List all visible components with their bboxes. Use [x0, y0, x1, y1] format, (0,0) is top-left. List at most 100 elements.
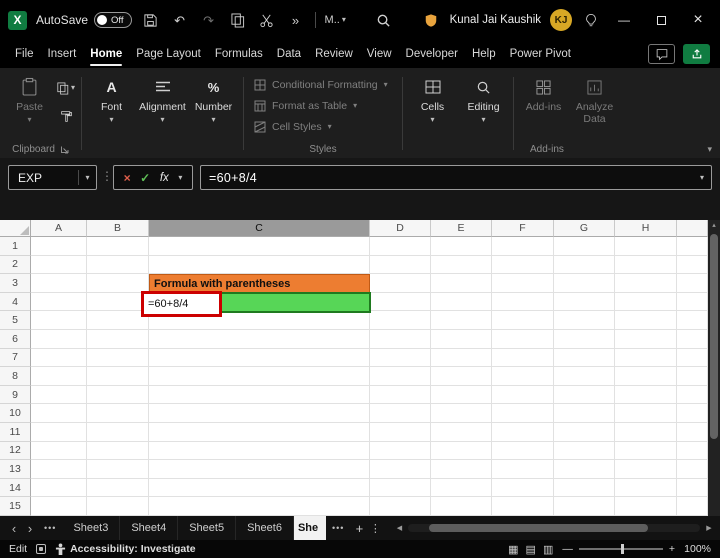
row-header-1[interactable]: 1 [0, 237, 31, 256]
editing-group-button[interactable]: Editing ▾ [460, 71, 507, 158]
row-header-12[interactable]: 12 [0, 441, 31, 461]
format-painter-button[interactable] [57, 108, 75, 124]
grid-cell[interactable] [149, 478, 370, 498]
row-header-14[interactable]: 14 [0, 478, 31, 498]
grid-cell[interactable] [492, 404, 554, 423]
dialog-launcher-icon[interactable] [60, 145, 69, 154]
sheet-tab-sheet6[interactable]: Sheet6 [236, 516, 294, 540]
autosave-toggle[interactable]: Off [94, 12, 132, 28]
zoom-in-button[interactable]: + [669, 543, 675, 555]
conditional-formatting-button[interactable]: Conditional Formatting ▾ [254, 79, 392, 91]
grid-cell[interactable] [370, 255, 431, 275]
grid-cell[interactable] [31, 329, 87, 349]
grid-cell[interactable] [31, 478, 87, 498]
grid-cell[interactable] [370, 311, 431, 330]
save-button[interactable] [141, 7, 161, 33]
grid-cell[interactable] [677, 292, 708, 312]
grid-cell[interactable] [677, 237, 708, 256]
grid-cell[interactable] [492, 237, 554, 256]
grid-cell[interactable] [554, 292, 615, 312]
page-break-view-button[interactable]: ▥ [543, 543, 553, 556]
macro-record-icon[interactable] [36, 544, 47, 554]
grid-cell[interactable] [370, 274, 431, 293]
grid-cell[interactable] [431, 292, 492, 312]
row-header-9[interactable]: 9 [0, 385, 31, 405]
grid-cell[interactable] [492, 311, 554, 330]
grid-cell[interactable] [492, 329, 554, 349]
user-name[interactable]: Kunal Jai Kaushik [450, 14, 541, 26]
grid-cell[interactable] [31, 497, 87, 516]
zoom-slider[interactable] [578, 544, 663, 554]
grid-cell[interactable] [370, 404, 431, 423]
grid-cell[interactable] [149, 237, 370, 256]
grid-cell[interactable] [615, 367, 677, 386]
cell-styles-button[interactable]: Cell Styles ▾ [254, 121, 392, 133]
qat-overflow-dropdown[interactable]: M.. ▾ [325, 7, 346, 33]
scroll-right-icon[interactable]: ▶ [703, 524, 715, 532]
grid-cell[interactable] [677, 274, 708, 293]
grid-cell[interactable] [615, 255, 677, 275]
grid-cell[interactable] [431, 348, 492, 368]
number-group-button[interactable]: % Number ▾ [190, 71, 237, 158]
grid-cell[interactable] [554, 329, 615, 349]
grid-cell[interactable] [677, 348, 708, 368]
row-header-6[interactable]: 6 [0, 329, 31, 349]
grid-cell[interactable] [149, 404, 370, 423]
row-header-5[interactable]: 5 [0, 311, 31, 330]
menu-tab-data[interactable]: Data [270, 40, 308, 68]
copy-button-qat[interactable] [228, 7, 248, 33]
grid-cell[interactable] [149, 497, 370, 516]
name-box[interactable]: EXP ▾ [8, 165, 97, 190]
grid-cell[interactable] [87, 478, 149, 498]
grid-cell[interactable] [431, 404, 492, 423]
alignment-group-button[interactable]: Alignment ▾ [139, 71, 186, 158]
grid-cell[interactable] [615, 311, 677, 330]
grid-cell[interactable] [615, 441, 677, 461]
grid-cell[interactable] [492, 292, 554, 312]
formula-input[interactable]: =60+8/4 ▾ [200, 165, 712, 190]
grid-cell[interactable] [431, 497, 492, 516]
grid-cell[interactable] [31, 274, 87, 293]
menu-tab-file[interactable]: File [8, 40, 41, 68]
cut-button-qat[interactable] [257, 7, 277, 33]
alert-button[interactable] [421, 7, 441, 33]
close-button[interactable]: × [684, 6, 712, 34]
grid-cell[interactable] [615, 348, 677, 368]
grid-cell[interactable] [370, 348, 431, 368]
grid-cell[interactable] [677, 422, 708, 442]
grid-cell[interactable] [677, 255, 708, 275]
grid-cell[interactable] [677, 441, 708, 461]
sheet-tab-sheet5[interactable]: Sheet5 [178, 516, 237, 540]
grid-cell[interactable] [431, 329, 492, 349]
column-header-a[interactable]: A [31, 220, 87, 237]
grid-cell[interactable] [31, 385, 87, 405]
menu-tab-page-layout[interactable]: Page Layout [129, 40, 208, 68]
grid-cell[interactable] [492, 385, 554, 405]
grid-cell[interactable] [677, 367, 708, 386]
grid-cell[interactable] [431, 478, 492, 498]
grid-cell[interactable] [370, 422, 431, 442]
row-header-13[interactable]: 13 [0, 460, 31, 479]
sheet-tab-active[interactable]: She [293, 516, 326, 540]
new-sheet-button[interactable]: + [350, 521, 368, 536]
scroll-up-icon[interactable]: ▴ [712, 220, 716, 232]
tips-button[interactable] [581, 7, 601, 33]
grid-cell[interactable] [615, 385, 677, 405]
grid-cell[interactable] [370, 478, 431, 498]
grid-cell[interactable] [677, 385, 708, 405]
grid-cell[interactable] [554, 255, 615, 275]
tab-options-icon[interactable]: ⋮ [368, 522, 382, 535]
grid-cell[interactable] [87, 404, 149, 423]
grid-cell[interactable] [431, 385, 492, 405]
column-header-g[interactable]: G [554, 220, 615, 237]
column-header-e[interactable]: E [431, 220, 492, 237]
grid-cell[interactable] [87, 311, 149, 330]
accessibility-status[interactable]: Accessibility: Investigate [55, 543, 196, 556]
grid-cell[interactable] [677, 311, 708, 330]
grid-cell[interactable] [31, 367, 87, 386]
collapse-ribbon-icon[interactable]: ▾ [707, 144, 712, 155]
comments-button[interactable] [648, 44, 675, 64]
grid-cell[interactable] [492, 367, 554, 386]
grid-cell[interactable] [87, 237, 149, 256]
grid-cell[interactable] [554, 441, 615, 461]
